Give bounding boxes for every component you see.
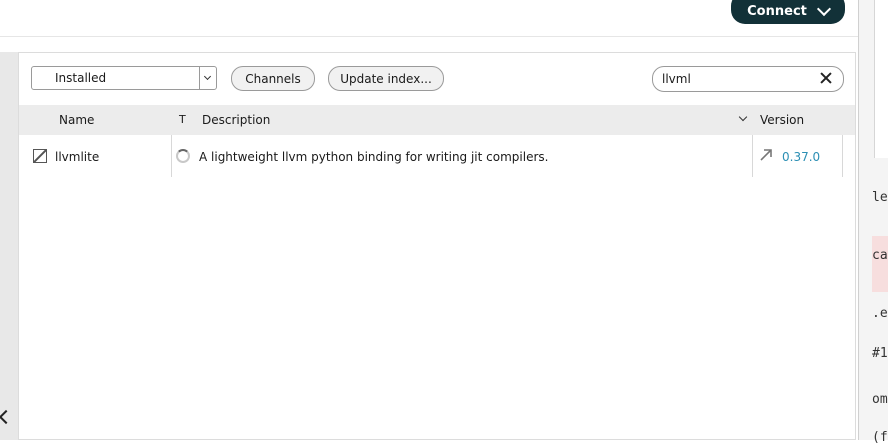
editor-fragment: om xyxy=(872,392,888,407)
editor-fragment: (f xyxy=(872,430,888,445)
update-index-label: Update index... xyxy=(340,71,432,86)
editor-fragment: #1. xyxy=(872,346,888,361)
column-divider xyxy=(752,135,753,177)
editor-strip xyxy=(858,0,888,440)
connect-button[interactable]: Connect xyxy=(731,0,845,24)
top-bar: Connect xyxy=(0,0,858,37)
editor-fragment: .e xyxy=(872,306,888,321)
column-header-name[interactable]: Name xyxy=(59,113,94,127)
upgrade-arrow-icon[interactable] xyxy=(759,148,773,162)
editor-fragment: ca xyxy=(872,248,888,263)
search-value: llvml xyxy=(662,72,691,86)
clear-icon[interactable] xyxy=(820,72,832,84)
package-version[interactable]: 0.37.0 xyxy=(782,150,820,164)
package-filter-select[interactable]: Installed xyxy=(31,66,217,90)
connect-label: Connect xyxy=(747,3,807,19)
packages-panel: Installed Channels Update index... llvml… xyxy=(18,52,856,440)
editor-highlight xyxy=(872,236,888,292)
update-index-button[interactable]: Update index... xyxy=(328,66,444,91)
channels-label: Channels xyxy=(245,71,301,86)
chevron-down-icon[interactable] xyxy=(738,112,748,122)
column-divider xyxy=(842,135,843,177)
chevron-down-icon[interactable] xyxy=(199,67,216,89)
table-row[interactable]: llvmlite A lightweight llvm python bindi… xyxy=(19,135,855,177)
loading-spinner-icon xyxy=(176,149,190,163)
editor-scroll-area xyxy=(874,0,888,158)
chevron-left-icon[interactable] xyxy=(0,409,14,425)
left-nav-strip xyxy=(0,52,18,440)
packages-toolbar: Installed Channels Update index... llvml xyxy=(19,53,855,105)
column-header-description[interactable]: Description xyxy=(202,113,270,127)
package-filter-value: Installed xyxy=(55,71,107,85)
search-input[interactable]: llvml xyxy=(652,66,844,92)
column-divider xyxy=(171,135,172,177)
package-description: A lightweight llvm python binding for wr… xyxy=(199,150,549,164)
column-header-version[interactable]: Version xyxy=(760,113,804,127)
table-header: Name T Description Version xyxy=(19,105,855,135)
type-column-icon[interactable]: T xyxy=(179,113,186,126)
chevron-down-icon xyxy=(816,1,831,16)
editor-fragment: le xyxy=(872,190,888,205)
package-name: llvmlite xyxy=(55,150,100,164)
package-checkbox[interactable] xyxy=(33,149,47,163)
channels-button[interactable]: Channels xyxy=(231,66,315,91)
